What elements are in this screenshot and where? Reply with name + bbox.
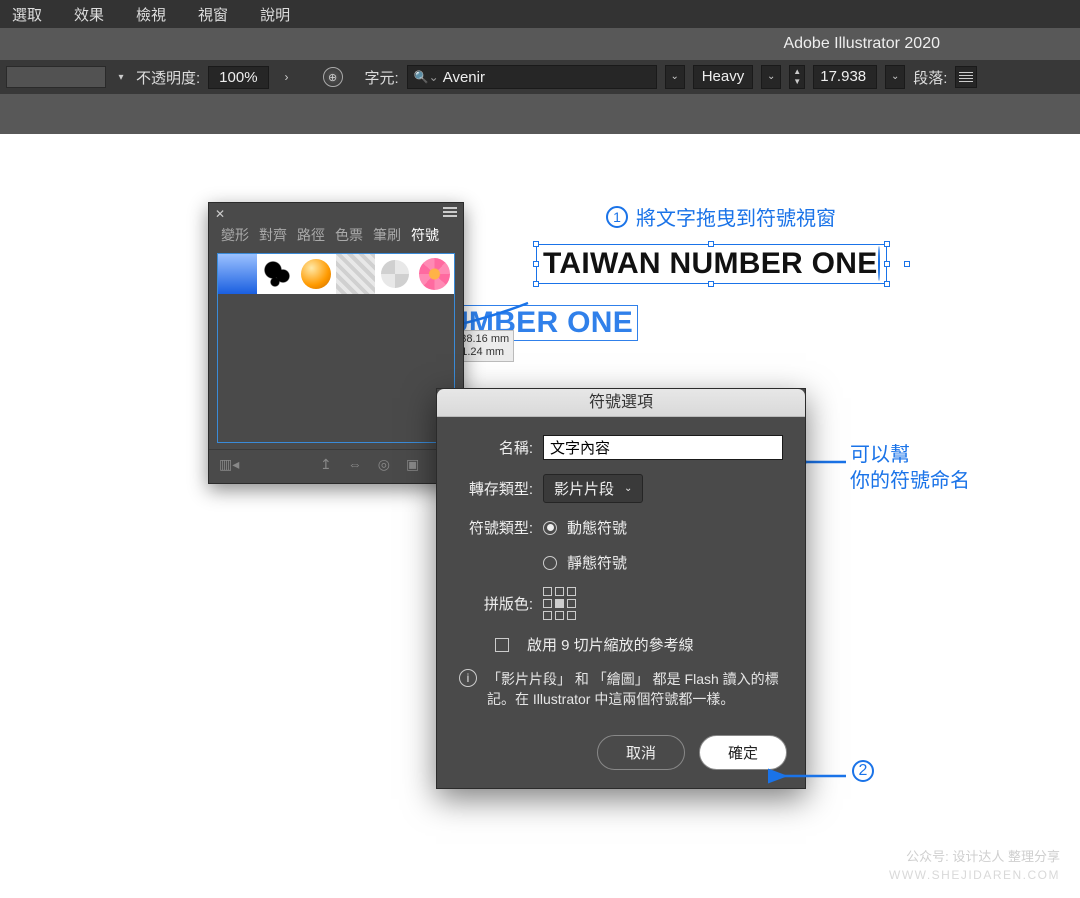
font-size-field[interactable]: 17.938 — [813, 65, 877, 89]
selection-handle[interactable] — [884, 281, 890, 287]
tab-align[interactable]: 對齊 — [255, 223, 291, 247]
symbol-libraries-icon[interactable]: ▥◂ — [219, 456, 239, 473]
tab-brushes[interactable]: 筆刷 — [369, 223, 405, 247]
place-symbol-icon[interactable]: ↥ — [320, 456, 332, 473]
dialog-note: i 「影片片段」 和 「繪圖」 都是 Flash 讀入的標記。在 Illustr… — [459, 669, 783, 709]
watermark-line2: WWW.SHEJIDAREN.COM — [889, 866, 1060, 884]
control-bar: ▾ 不透明度: 100% › ⊕ 字元: 🔍⌄ Avenir ⌄ Heavy ⌄… — [0, 60, 1080, 94]
panel-footer: ▥◂ ↥ ⇔ ◎ ▣ 🗑 — [209, 449, 463, 483]
symbol-thumb-flower[interactable] — [415, 254, 454, 294]
paragraph-label: 段落: — [913, 67, 947, 88]
canvas-text-object[interactable]: TAIWAN NUMBER ONE — [536, 244, 887, 284]
font-family-dropdown-icon[interactable]: ⌄ — [665, 65, 685, 89]
symbol-options-dialog: 符號選項 名稱: 轉存類型: 影片片段 ⌄ 符號類型: 動態符號 靜態符號 拼版… — [436, 388, 806, 789]
dialog-title: 符號選項 — [437, 389, 805, 417]
callout-2-line1: 可以幫 — [850, 442, 970, 468]
menu-select[interactable]: 選取 — [10, 2, 44, 27]
radio-static-label: 靜態符號 — [567, 552, 627, 573]
menu-effect[interactable]: 效果 — [72, 2, 106, 27]
menu-help[interactable]: 說明 — [258, 2, 292, 27]
symbols-drop-area[interactable] — [217, 253, 455, 443]
tab-symbols[interactable]: 符號 — [407, 223, 443, 247]
opacity-arrow-icon[interactable]: › — [277, 70, 297, 84]
symbol-type-label: 符號類型: — [459, 517, 533, 538]
radio-dynamic-label: 動態符號 — [567, 517, 627, 538]
font-weight-field[interactable]: Heavy — [693, 65, 754, 89]
symbols-panel[interactable]: ✕ 變形 對齊 路徑 色票 筆刷 符號 ▥◂ ↥ ⇔ ◎ ▣ 🗑 — [208, 202, 464, 484]
step-1-text: 將文字拖曳到符號視窗 — [636, 202, 836, 231]
symbol-thumb-inkblot[interactable] — [257, 254, 296, 294]
font-family-field[interactable]: 🔍⌄ Avenir — [407, 65, 657, 89]
symbol-thumb-orb[interactable] — [297, 254, 336, 294]
search-icon: 🔍⌄ — [414, 70, 439, 84]
registration-grid[interactable] — [543, 587, 576, 620]
nine-slice-label: 啟用 9 切片縮放的參考線 — [527, 634, 694, 655]
selection-handle[interactable] — [533, 261, 539, 267]
ok-button[interactable]: 確定 — [699, 735, 787, 770]
dialog-note-text: 「影片片段」 和 「繪圖」 都是 Flash 讀入的標記。在 Illustrat… — [487, 669, 783, 709]
tab-swatches[interactable]: 色票 — [331, 223, 367, 247]
symbol-name-input[interactable] — [543, 435, 783, 460]
callout-naming: 可以幫 你的符號命名 — [850, 442, 970, 494]
tab-pathfinder[interactable]: 路徑 — [293, 223, 329, 247]
size-stepper[interactable]: ▲▼ — [789, 65, 805, 89]
step-2-badge: 2 — [852, 760, 874, 782]
callout-2-line2: 你的符號命名 — [850, 468, 970, 494]
type-out-port[interactable] — [904, 261, 910, 267]
selection-handle[interactable] — [533, 241, 539, 247]
font-weight-dropdown-icon[interactable]: ⌄ — [761, 65, 781, 89]
selection-handle[interactable] — [708, 281, 714, 287]
menu-bar: 選取 效果 檢視 視窗 說明 — [0, 0, 1080, 28]
fill-swatch[interactable] — [6, 66, 106, 88]
font-name: Avenir — [443, 69, 485, 86]
break-link-icon[interactable]: ⇔ — [348, 456, 362, 473]
symbol-thumb-pattern[interactable] — [336, 254, 375, 294]
radio-dynamic[interactable] — [543, 521, 557, 535]
export-type-value: 影片片段 — [554, 478, 614, 499]
panel-tabs: 變形 對齊 路徑 色票 筆刷 符號 — [209, 203, 463, 253]
opacity-label: 不透明度: — [136, 67, 200, 88]
registration-label: 拼版色: — [459, 593, 533, 614]
nine-slice-checkbox[interactable] — [495, 638, 509, 652]
paragraph-align-icon[interactable] — [955, 66, 977, 88]
font-size-dropdown-icon[interactable]: ⌄ — [885, 65, 905, 89]
type-out-indicator — [878, 246, 880, 281]
opacity-value[interactable]: 100% — [208, 66, 268, 89]
info-icon: i — [459, 669, 477, 687]
app-title: Adobe Illustrator 2020 — [783, 35, 940, 53]
name-label: 名稱: — [459, 437, 533, 458]
panel-menu-icon[interactable] — [443, 207, 457, 217]
character-label: 字元: — [365, 67, 399, 88]
symbol-thumb-gradient[interactable] — [218, 254, 257, 294]
chevron-down-icon: ⌄ — [624, 483, 632, 494]
callout-step-1: 1 將文字拖曳到符號視窗 — [606, 202, 836, 231]
export-type-select[interactable]: 影片片段 ⌄ — [543, 474, 643, 503]
fill-dropdown-icon[interactable]: ▾ — [114, 66, 128, 88]
symbol-thumb-ribbon[interactable] — [375, 254, 414, 294]
tab-transform[interactable]: 變形 — [217, 223, 253, 247]
globe-icon[interactable]: ⊕ — [323, 67, 343, 87]
selection-handle[interactable] — [708, 241, 714, 247]
app-title-bar: Adobe Illustrator 2020 — [0, 28, 1080, 60]
step-2-arrow-icon — [764, 768, 850, 784]
spacer-bar — [0, 94, 1080, 134]
watermark: 公众号: 设计达人 整理分享 WWW.SHEJIDAREN.COM — [889, 848, 1060, 884]
menu-view[interactable]: 檢視 — [134, 2, 168, 27]
selection-handle[interactable] — [884, 261, 890, 267]
export-type-label: 轉存類型: — [459, 478, 533, 499]
canvas-text-content: TAIWAN NUMBER ONE — [543, 247, 878, 280]
step-1-badge: 1 — [606, 206, 628, 228]
menu-window[interactable]: 視窗 — [196, 2, 230, 27]
new-symbol-icon[interactable]: ▣ — [406, 456, 419, 473]
symbol-options-icon[interactable]: ◎ — [378, 456, 390, 473]
watermark-line1: 公众号: 设计达人 整理分享 — [889, 848, 1060, 866]
cancel-button[interactable]: 取消 — [597, 735, 685, 770]
selection-handle[interactable] — [884, 241, 890, 247]
panel-close-icon[interactable]: ✕ — [215, 207, 225, 221]
radio-static[interactable] — [543, 556, 557, 570]
